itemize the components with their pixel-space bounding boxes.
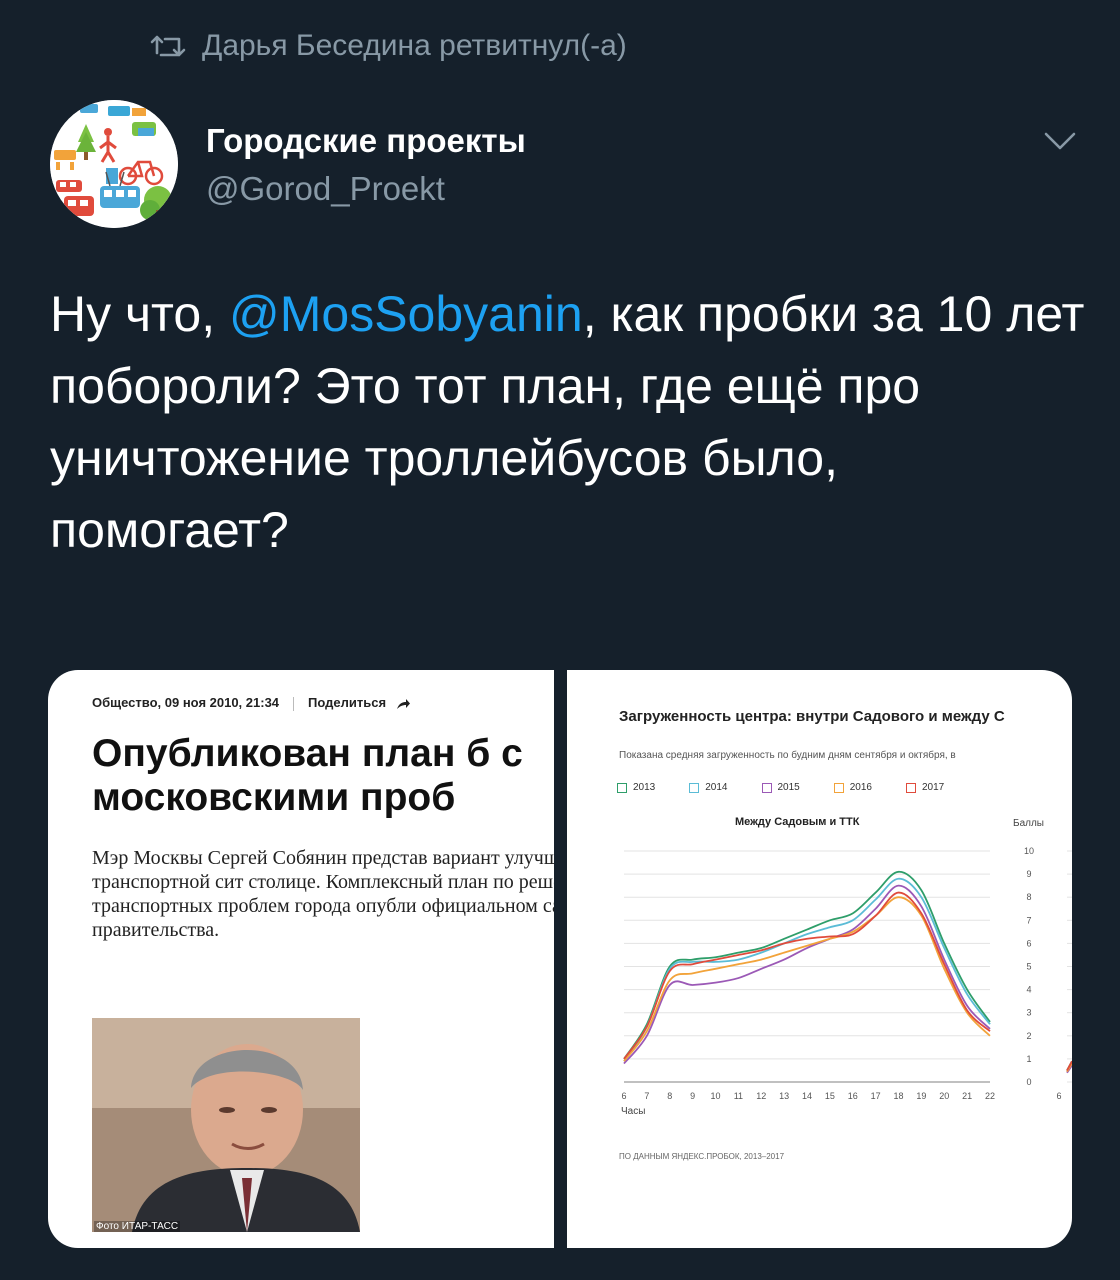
x-tick-label: 18 [893, 1091, 903, 1101]
article-meta: Общество, 09 ноя 2010, 21:34 Поделиться [92, 695, 410, 711]
x-tick-label: 21 [962, 1091, 972, 1101]
share-arrow-icon [396, 698, 410, 709]
article-lead: Мэр Москвы Сергей Собянин представ вариа… [92, 847, 554, 941]
article-screenshot[interactable]: Общество, 09 ноя 2010, 21:34 Поделиться О… [48, 670, 554, 1248]
y-tick-label: 7 [1026, 915, 1031, 925]
retweet-header: Дарья Беседина ретвитнул(-а) [150, 26, 627, 66]
x-tick-label: 16 [848, 1091, 858, 1101]
y-tick-label: 10 [1024, 846, 1034, 856]
x-tick-label: 12 [756, 1091, 766, 1101]
x-tick-label: 14 [802, 1091, 812, 1101]
article-date: Общество, 09 ноя 2010, 21:34 [92, 695, 280, 710]
y-tick-label: 3 [1026, 1008, 1031, 1018]
author-name[interactable]: Городские проекты [206, 122, 526, 160]
y-tick-label: 9 [1026, 869, 1031, 879]
chevron-down-icon[interactable] [1040, 126, 1080, 156]
portrait-illustration [92, 1018, 360, 1232]
x-tick-label: 10 [710, 1091, 720, 1101]
series-line-2017 [623, 891, 991, 1060]
avatar-illustration [50, 100, 178, 228]
y-tick-label: 4 [1026, 985, 1031, 995]
x-tick-label: 19 [916, 1091, 926, 1101]
tweet-media: Общество, 09 ноя 2010, 21:34 Поделиться О… [48, 670, 1072, 1248]
article-photo: Фото ИТАР-ТАСС [92, 1018, 360, 1232]
retweet-text: Дарья Беседина ретвитнул(-а) [202, 29, 627, 62]
x-tick-label: 11 [734, 1091, 743, 1101]
author-avatar[interactable] [50, 100, 178, 228]
tweet-text-start: Ну что, [50, 286, 229, 342]
series-line-2014 [623, 877, 991, 1062]
tweet-text: Ну что, @MosSobyanin, как пробки за 10 л… [50, 278, 1090, 566]
article-share: Поделиться [308, 695, 387, 710]
y-tick-label: 8 [1026, 892, 1031, 902]
x-tick-label: 15 [825, 1091, 835, 1101]
y-tick-label: 5 [1026, 962, 1031, 972]
mention-link[interactable]: @MosSobyanin [229, 286, 583, 342]
x-tick-label: 17 [871, 1091, 881, 1101]
x-tick-label: 7 [644, 1091, 649, 1101]
meta-divider [293, 696, 295, 711]
x-tick-label: 9 [690, 1091, 695, 1101]
article-headline: Опубликован план б с московскими проб [92, 732, 523, 819]
x-tick-label: 6 [621, 1091, 626, 1101]
y-tick-label: 2 [1026, 1031, 1031, 1041]
next-panel-tick: 6 [1056, 1091, 1061, 1101]
author-handle[interactable]: @Gorod_Proekt [206, 170, 445, 208]
retweet-icon [150, 35, 186, 57]
y-tick-label: 6 [1026, 938, 1031, 948]
x-tick-label: 8 [667, 1091, 672, 1101]
photo-credit: Фото ИТАР-ТАСС [94, 1221, 181, 1232]
chart-screenshot[interactable]: Загруженность центра: внутри Садового и … [567, 670, 1072, 1248]
line-chart: 0123456789106 7 8 9 10 11 12 13 14 15 16 17 18 19 20 21… [621, 846, 1072, 1101]
x-tick-label: 22 [985, 1091, 995, 1101]
x-tick-label: 20 [939, 1091, 949, 1101]
x-tick-label: 13 [779, 1091, 789, 1101]
y-tick-label: 0 [1026, 1077, 1031, 1087]
y-tick-label: 1 [1026, 1054, 1031, 1064]
